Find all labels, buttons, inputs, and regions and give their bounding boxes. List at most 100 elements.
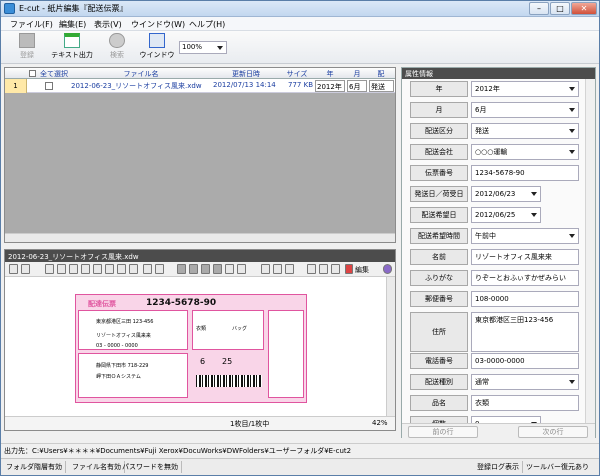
- document-view[interactable]: 配達伝票 1234-5678-90 東京都港区三田 123-456 リゾートオフ…: [5, 277, 386, 416]
- next-row-button[interactable]: 次の行: [518, 426, 588, 438]
- col-updated[interactable]: 更新日時: [213, 69, 279, 79]
- attr-value: リゾートオフィス風来来: [475, 253, 552, 261]
- menu-edit[interactable]: 編集(E): [59, 19, 86, 30]
- row-checkbox[interactable]: [45, 82, 53, 90]
- first-page-icon[interactable]: [177, 264, 186, 274]
- text-export-icon: [64, 33, 80, 48]
- attr-select[interactable]: 2012年: [471, 81, 579, 97]
- attr-select[interactable]: ○○○運輸: [471, 144, 579, 160]
- cell-filename[interactable]: 2012-06-23_リソートオフィス風来.xdw: [71, 81, 211, 92]
- attr-input[interactable]: 108-0000: [471, 291, 579, 307]
- window-icon: [149, 33, 165, 48]
- attr-select[interactable]: 6月: [471, 102, 579, 118]
- zoom-select[interactable]: 100%: [179, 41, 227, 54]
- save-icon[interactable]: [9, 264, 18, 274]
- annotation-icon[interactable]: [307, 264, 316, 274]
- attr-label: 年: [410, 81, 468, 97]
- annotation-icon[interactable]: [331, 264, 340, 274]
- cell-year-select[interactable]: 2012年: [315, 80, 345, 92]
- menu-file[interactable]: ファイル(F): [10, 19, 53, 30]
- attr-select[interactable]: 発送: [471, 123, 579, 139]
- attr-value: 2012/06/23: [475, 190, 516, 198]
- maximize-button[interactable]: □: [550, 2, 570, 15]
- row-number: 1: [5, 79, 27, 93]
- col-size[interactable]: サイズ: [281, 69, 313, 79]
- col-ship[interactable]: 配: [369, 69, 393, 79]
- attr-input[interactable]: 東京都港区三田123-456: [471, 312, 579, 352]
- select-all-checkbox[interactable]: [29, 70, 36, 77]
- window-button[interactable]: ウインドウ: [139, 33, 175, 63]
- zoom-in-icon[interactable]: [261, 264, 270, 274]
- preview-vscroll[interactable]: [386, 277, 395, 416]
- attr-label: 電話番号: [410, 353, 468, 369]
- col-filename[interactable]: ファイル名: [71, 69, 211, 79]
- page-icon[interactable]: [57, 264, 66, 274]
- attr-value: りぞーとおふぃすかぜみらい: [475, 274, 566, 282]
- status-log-button[interactable]: 登録ログ表示: [474, 461, 523, 473]
- attr-select[interactable]: 午前中: [471, 228, 579, 244]
- page-icon[interactable]: [105, 264, 114, 274]
- attr-input[interactable]: りぞーとおふぃすかぜみらい: [471, 270, 579, 286]
- text-export-button[interactable]: テキスト出力: [49, 33, 95, 63]
- col-year[interactable]: 年: [315, 69, 345, 79]
- page-icon[interactable]: [93, 264, 102, 274]
- col-select-all[interactable]: 全て選択: [38, 69, 70, 79]
- attr-label: 配送会社: [410, 144, 468, 160]
- last-page-icon[interactable]: [213, 264, 222, 274]
- attr-label: 配送種別: [410, 374, 468, 390]
- attr-input[interactable]: リゾートオフィス風来来: [471, 249, 579, 265]
- attr-input[interactable]: 03-0000-0000: [471, 353, 579, 369]
- status-password: パスワードを無効: [119, 461, 182, 473]
- next-page-icon[interactable]: [201, 264, 210, 274]
- close-button[interactable]: ✕: [571, 2, 597, 15]
- minimize-button[interactable]: –: [529, 2, 549, 15]
- slip-item1: 衣類: [196, 326, 207, 332]
- zoom-out-icon[interactable]: [273, 264, 282, 274]
- table-row[interactable]: 1 2012-06-23_リソートオフィス風来.xdw 2012/07/13 1…: [5, 79, 395, 93]
- cell-ship-select[interactable]: 発送: [369, 80, 394, 92]
- col-month[interactable]: 月: [347, 69, 367, 79]
- prev-page-icon[interactable]: [189, 264, 198, 274]
- text-select-icon[interactable]: [155, 264, 164, 274]
- attr-select[interactable]: 2012/06/23: [471, 186, 541, 202]
- menu-help[interactable]: ヘルプ(H): [189, 19, 225, 30]
- register-icon: [19, 33, 35, 48]
- preview-pane: 2012-06-23_リソートオフィス風来.xdw 編集 配達伝票 1234-5…: [4, 249, 396, 431]
- status-toolbar-restore[interactable]: ツールバー復元あり: [523, 461, 592, 473]
- annotation-icon[interactable]: [319, 264, 328, 274]
- edit-button[interactable]: 編集: [355, 265, 369, 275]
- register-button[interactable]: 登録: [9, 33, 45, 63]
- attr-label: 郵便番号: [410, 291, 468, 307]
- search-button[interactable]: 検索: [99, 33, 135, 63]
- hand-icon[interactable]: [143, 264, 152, 274]
- slip-address-to: 東京都港区三田 123-456: [96, 319, 154, 325]
- status-bar: フォルダ階層有効 ファイル名有効 パスワードを無効 登録ログ表示 ツールバー復元…: [1, 458, 599, 475]
- rotate-icon[interactable]: [225, 264, 234, 274]
- cell-year: 2012年: [317, 83, 342, 91]
- zoom-fit-icon[interactable]: [285, 264, 294, 274]
- grid-hscroll[interactable]: [5, 233, 395, 242]
- attr-input[interactable]: 1234-5678-90: [471, 165, 579, 181]
- page-icon[interactable]: [45, 264, 54, 274]
- menu-view[interactable]: 表示(V): [94, 19, 122, 30]
- cell-size: 777 KB: [288, 81, 313, 89]
- attribute-scrollbar[interactable]: [585, 79, 595, 424]
- page-icon[interactable]: [69, 264, 78, 274]
- attr-value: 03-0000-0000: [475, 357, 525, 365]
- print-icon[interactable]: [21, 264, 30, 274]
- attr-select[interactable]: 2012/06/25: [471, 207, 541, 223]
- menu-window[interactable]: ウインドウ(W): [131, 19, 185, 30]
- cell-month-select[interactable]: 6月: [347, 80, 367, 92]
- attr-input[interactable]: 衣類: [471, 395, 579, 411]
- page-icon[interactable]: [81, 264, 90, 274]
- attr-label: 名前: [410, 249, 468, 265]
- slip-address-from: 静岡県下田市 718-229: [96, 363, 149, 369]
- rotate-icon[interactable]: [237, 264, 246, 274]
- chevron-down-icon: [569, 380, 575, 384]
- attr-select[interactable]: 通常: [471, 374, 579, 390]
- help-icon[interactable]: [383, 264, 392, 274]
- prev-row-button[interactable]: 前の行: [408, 426, 478, 438]
- slip-item2: バッグ: [232, 326, 248, 332]
- select-icon[interactable]: [117, 264, 126, 274]
- select-icon[interactable]: [129, 264, 138, 274]
